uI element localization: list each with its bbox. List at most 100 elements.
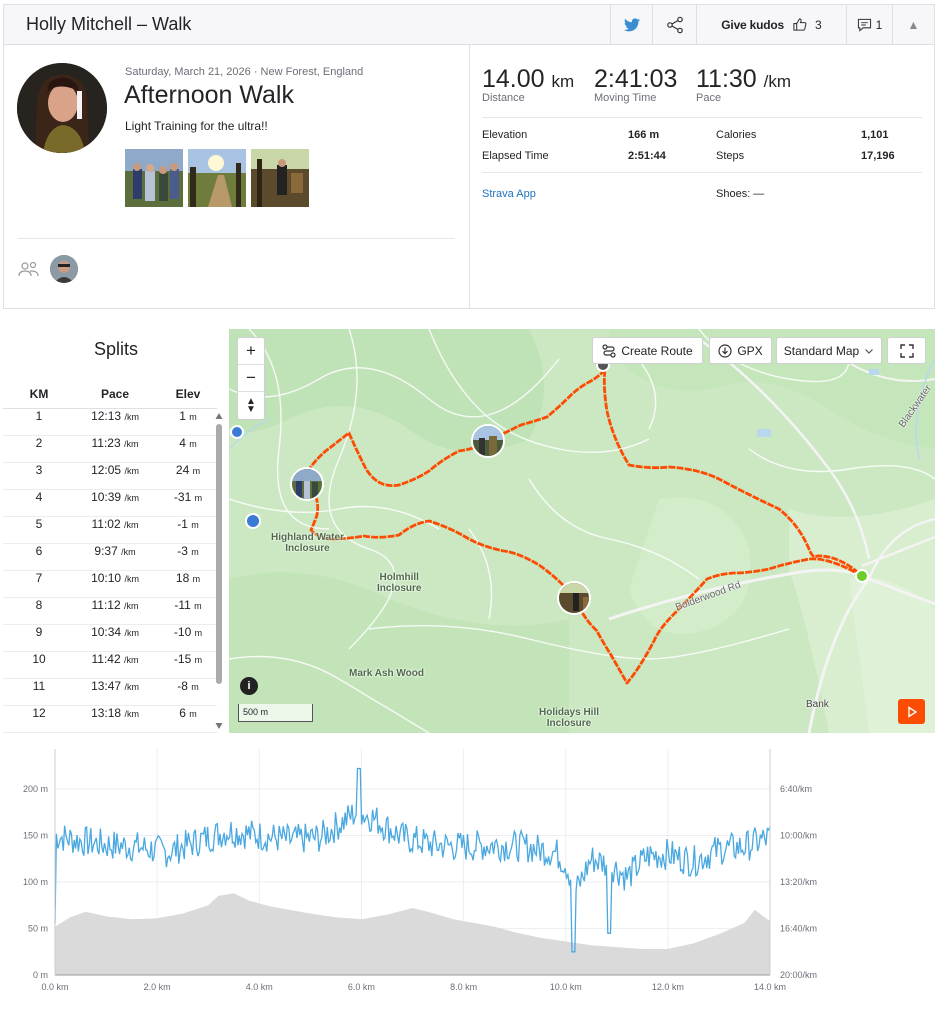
pace-tick-label: 6:40/km xyxy=(780,784,812,794)
split-km: 12 xyxy=(32,706,46,720)
moving-time-stat: 2:41:03 Moving Time xyxy=(594,65,677,104)
split-row[interactable]: 2 11:23 /km 4 m xyxy=(3,436,217,463)
calories-label: Calories xyxy=(716,129,757,141)
map-label-holmhill: Holmhill Inclosure xyxy=(377,572,422,594)
photo-thumbnail[interactable] xyxy=(125,149,183,207)
share-icon xyxy=(666,16,683,33)
give-kudos-button[interactable]: Give kudos 3 xyxy=(696,4,846,45)
elevation-pace-chart[interactable]: 0.0 km 2.0 km 4.0 km 6.0 km 8.0 km 10.0 km 12.… xyxy=(0,735,940,1024)
split-km: 6 xyxy=(35,544,43,558)
collapse-button[interactable]: ▲ xyxy=(892,4,934,45)
download-icon xyxy=(718,343,732,358)
split-pace: 9:37 /km xyxy=(94,544,136,558)
flyover-play-button[interactable] xyxy=(898,699,925,724)
split-elev: 24 m xyxy=(175,463,201,477)
split-elev: 1 m xyxy=(179,409,197,423)
x-tick-label: 6.0 km xyxy=(348,982,375,992)
km-column-header: KM xyxy=(29,387,49,401)
split-elev: 18 m xyxy=(175,571,201,585)
split-row[interactable]: 9 10:34 /km -10 m xyxy=(3,625,217,652)
distance-value: 14.00 xyxy=(482,65,545,93)
split-row[interactable]: 4 10:39 /km -31 m xyxy=(3,490,217,517)
splits-title: Splits xyxy=(93,339,138,359)
distance-stat: 14.00 km Distance xyxy=(482,65,574,104)
activity-title: Afternoon Walk xyxy=(124,81,294,109)
map-photo-marker[interactable] xyxy=(290,467,324,501)
split-pace: 10:34 /km xyxy=(91,625,139,639)
steps-label: Steps xyxy=(716,150,745,162)
pace-column-header: Pace xyxy=(100,387,130,401)
zoom-out-button[interactable]: − xyxy=(238,365,264,392)
split-elev: -3 m xyxy=(177,544,199,558)
kudos-count: 3 xyxy=(815,17,822,32)
split-row[interactable]: 7 10:10 /km 18 m xyxy=(3,571,217,598)
athlete-avatar[interactable] xyxy=(17,63,107,153)
device-link[interactable]: Strava App xyxy=(482,188,536,200)
title-bar: Holly Mitchell – Walk Give kudos 3 1 ▲ xyxy=(4,4,934,45)
map-style-dropdown[interactable]: Standard Map xyxy=(776,337,882,364)
split-pace: 11:42 /km xyxy=(91,652,139,666)
camera-poi-icon[interactable] xyxy=(245,513,261,529)
create-route-label: Create Route xyxy=(621,343,693,358)
activity-stats: 14.00 km Distance 2:41:03 Moving Time 11… xyxy=(470,45,934,308)
share-button[interactable] xyxy=(652,4,696,45)
x-tick-label: 12.0 km xyxy=(652,982,684,992)
split-row[interactable]: 6 9:37 /km -3 m xyxy=(3,544,217,571)
map-photo-marker[interactable] xyxy=(557,581,591,615)
split-row[interactable]: 12 13:18 /km 6 m xyxy=(3,706,217,733)
split-elev: -8 m xyxy=(177,679,199,693)
x-tick-label: 14.0 km xyxy=(754,982,786,992)
compass-button[interactable]: ▲ ▼ xyxy=(238,392,264,419)
split-row[interactable]: 10 11:42 /km -15 m xyxy=(3,652,217,679)
photo-thumbnail[interactable] xyxy=(188,149,246,207)
split-row[interactable]: 1 12:13 /km 1 m xyxy=(3,409,217,436)
activity-details: Saturday, March 21, 2026 · New Forest, E… xyxy=(4,45,470,308)
pace-value: 11:30 xyxy=(696,65,757,93)
y-tick-label: 0 m xyxy=(33,970,48,980)
split-km: 9 xyxy=(35,625,43,639)
split-row[interactable]: 11 13:47 /km -8 m xyxy=(3,679,217,706)
twitter-share-button[interactable] xyxy=(610,4,652,45)
elevation-value: 166 m xyxy=(628,129,660,141)
photo-thumbnail[interactable] xyxy=(251,149,309,207)
map-photo-marker[interactable] xyxy=(471,424,505,458)
y-tick-label: 200 m xyxy=(23,784,48,794)
map-label-holidays-hill: Holidays Hill Inclosure xyxy=(539,707,600,729)
split-km: 8 xyxy=(35,598,43,612)
stats-divider xyxy=(482,117,922,118)
splits-panel: Splits KM Pace Elev 1 12:13 /km 1 m 2 11:23 … xyxy=(3,329,229,733)
twitter-icon xyxy=(623,17,640,31)
split-row[interactable]: 8 11:12 /km -11 m xyxy=(3,598,217,625)
split-pace: 10:39 /km xyxy=(91,490,139,504)
x-tick-label: 8.0 km xyxy=(450,982,477,992)
gpx-download-button[interactable]: GPX xyxy=(709,337,772,364)
pace-tick-label: 16:40/km xyxy=(780,924,817,934)
split-row[interactable]: 5 11:02 /km -1 m xyxy=(3,517,217,544)
comments-button[interactable]: 1 xyxy=(846,4,892,45)
route-map[interactable]: Highland Water Inclosure Holmhill Inclos… xyxy=(229,329,935,733)
chevron-down-icon xyxy=(865,348,874,354)
fullscreen-button[interactable] xyxy=(887,337,926,364)
activity-header-card: Holly Mitchell – Walk Give kudos 3 1 ▲ S… xyxy=(3,4,935,309)
map-style-label: Standard Map xyxy=(783,343,860,358)
compass-icon: ▲ ▼ xyxy=(246,395,256,415)
create-route-button[interactable]: Create Route xyxy=(592,337,703,364)
group-activity-icon xyxy=(18,261,39,277)
zoom-in-button[interactable]: + xyxy=(238,338,264,365)
split-elev: -31 m xyxy=(173,490,203,504)
split-km: 3 xyxy=(35,463,43,477)
group-member-avatar[interactable] xyxy=(50,255,78,283)
y-tick-label: 50 m xyxy=(28,924,48,934)
section-divider xyxy=(18,238,455,239)
split-pace: 11:23 /km xyxy=(91,436,139,450)
elevation-label: Elevation xyxy=(482,129,528,141)
split-row[interactable]: 3 12:05 /km 24 m xyxy=(3,463,217,490)
split-elev: 6 m xyxy=(179,706,197,720)
x-tick-label: 0.0 km xyxy=(41,982,68,992)
info-button[interactable]: i xyxy=(240,677,258,695)
stats-divider xyxy=(482,172,922,173)
splits-scrollbar[interactable] xyxy=(214,410,224,732)
distance-unit: km xyxy=(551,72,575,91)
pace-stat: 11:30 /km Pace xyxy=(696,65,791,104)
map-poi-icon[interactable] xyxy=(230,425,244,439)
